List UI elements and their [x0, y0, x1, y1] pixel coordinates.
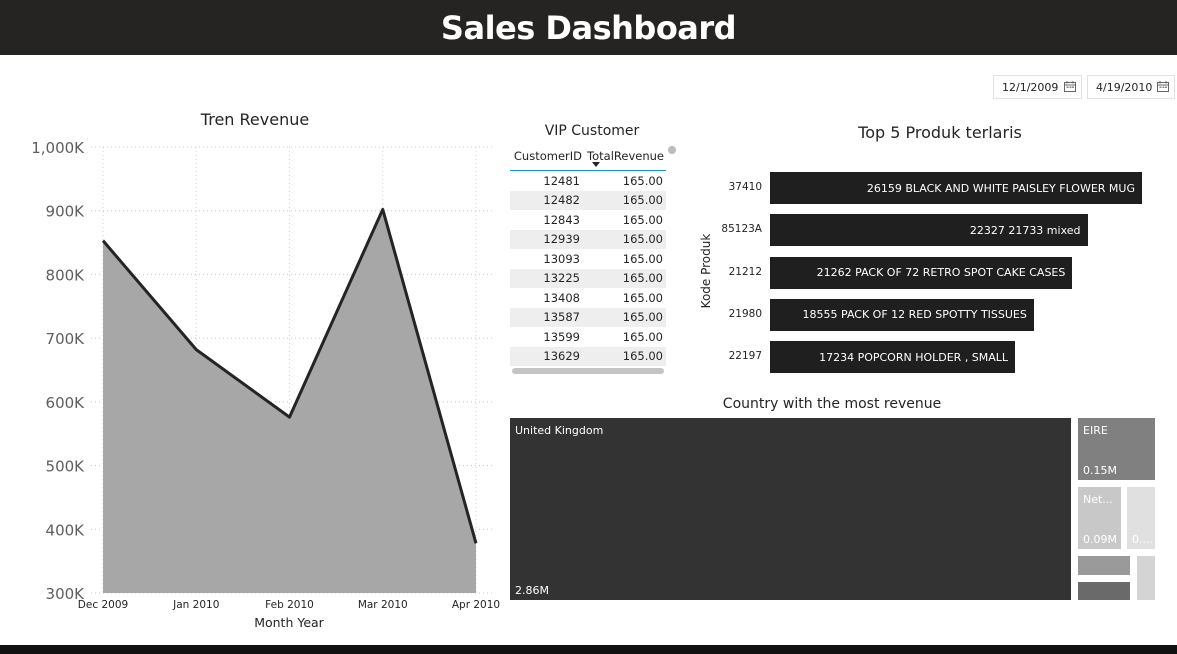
- start-date-input[interactable]: 12/1/2009: [993, 75, 1082, 99]
- treemap-cell-label: United Kingdom: [515, 424, 604, 437]
- treemap-cell-value: 2.86M: [515, 584, 549, 597]
- x-tick-label: Mar 2010: [358, 599, 408, 611]
- data-point[interactable]: [193, 347, 199, 353]
- country-chart-title: Country with the most revenue: [722, 396, 942, 412]
- vip-customer-table: CustomerID TotalRevenue 12481 165.00 12482…: [510, 145, 676, 374]
- table-header: CustomerID TotalRevenue: [510, 145, 676, 171]
- cell-customerid: 12843: [543, 212, 580, 227]
- treemap-cell-value: 0....: [1132, 533, 1153, 546]
- treemap-cell-label: EIRE: [1083, 424, 1108, 437]
- top5-chart-title: Top 5 Produk terlaris: [858, 123, 1022, 142]
- y-tick-label: 21980: [728, 307, 762, 320]
- cell-customerid: 13629: [543, 349, 580, 364]
- y-tick-label: 22197: [728, 350, 762, 363]
- data-point[interactable]: [100, 238, 106, 244]
- table-row[interactable]: 12482 165.00: [510, 190, 666, 210]
- calendar-icon[interactable]: [1157, 81, 1169, 92]
- x-tick-label: Jan 2010: [172, 599, 219, 611]
- y-tick-label: 700K: [46, 330, 86, 348]
- cell-totalrevenue: 165.00: [622, 290, 663, 305]
- data-point[interactable]: [380, 206, 386, 212]
- treemap-cell-value: 0.15M: [1083, 464, 1117, 477]
- more-options-icon[interactable]: [668, 146, 676, 154]
- treemap-cell-value: 0.09M: [1083, 533, 1117, 546]
- cell-customerid: 13599: [543, 329, 580, 344]
- column-header-customerid[interactable]: CustomerID: [510, 145, 586, 170]
- header: Sales Dashboard: [0, 0, 1177, 55]
- treemap-cell[interactable]: [1078, 582, 1130, 600]
- end-date-input[interactable]: 4/19/2010: [1087, 75, 1175, 99]
- x-axis-title: Month Year: [254, 615, 324, 630]
- cell-totalrevenue: 165.00: [622, 232, 663, 247]
- cell-totalrevenue: 165.00: [622, 193, 663, 208]
- calendar-icon[interactable]: [1064, 81, 1076, 92]
- treemap-cell[interactable]: EIRE 0.15M: [1078, 418, 1155, 480]
- cell-customerid: 13408: [543, 290, 580, 305]
- bar[interactable]: 26159 BLACK AND WHITE PAISLEY FLOWER MUG: [770, 172, 1142, 204]
- treemap-cell[interactable]: 0....: [1127, 487, 1155, 549]
- cell-customerid: 13225: [543, 271, 580, 286]
- x-tick-label: Feb 2010: [265, 599, 314, 611]
- table-row[interactable]: 13629 165.00: [510, 346, 666, 366]
- table-row[interactable]: 12843 165.00: [510, 210, 666, 230]
- table-row[interactable]: 13225 165.00: [510, 268, 666, 288]
- bar[interactable]: 18555 PACK OF 12 RED SPOTTY TISSUES: [770, 298, 1034, 331]
- cell-totalrevenue: 165.00: [622, 173, 663, 188]
- y-tick-label: 600K: [46, 394, 86, 412]
- x-tick-label: Apr 2010: [452, 599, 500, 611]
- y-tick-label: 800K: [46, 266, 86, 284]
- y-tick-label: 1,000K: [31, 139, 85, 157]
- cell-customerid: 12481: [543, 173, 580, 188]
- data-point[interactable]: [287, 414, 293, 420]
- table-row[interactable]: 13093 165.00: [510, 249, 666, 269]
- cell-customerid: 13587: [543, 310, 580, 325]
- table-scrollbar[interactable]: [512, 368, 664, 374]
- bar[interactable]: 21262 PACK OF 72 RETRO SPOT CAKE CASES: [770, 256, 1073, 289]
- sort-desc-icon[interactable]: [592, 162, 600, 167]
- table-row[interactable]: 12939 165.00: [510, 229, 666, 249]
- cell-totalrevenue: 165.00: [622, 349, 663, 364]
- cell-customerid: 12939: [543, 232, 580, 247]
- table-row[interactable]: 12481 165.00: [510, 171, 666, 191]
- bar[interactable]: 22327 21733 mixed: [770, 214, 1088, 247]
- bar[interactable]: 17234 POPCORN HOLDER , SMALL: [770, 341, 1016, 374]
- y-tick-label: 900K: [46, 203, 86, 221]
- cell-customerid: 12482: [543, 193, 580, 208]
- y-tick-label: 85123A: [721, 223, 762, 236]
- y-tick-label: 400K: [46, 521, 86, 539]
- table-row[interactable]: 13587 165.00: [510, 307, 666, 327]
- cell-totalrevenue: 165.00: [622, 310, 663, 325]
- vip-table-title: VIP Customer: [544, 123, 640, 139]
- trend-area-chart: 1,000K900K800K700K600K500K400K300KDec 20…: [31, 139, 500, 630]
- page-title: Sales Dashboard: [440, 8, 737, 47]
- cell-totalrevenue: 165.00: [622, 329, 663, 344]
- y-tick-label: 21212: [728, 265, 762, 278]
- y-tick-label: 500K: [46, 458, 86, 476]
- treemap-cell[interactable]: Net... 0.09M: [1078, 487, 1121, 549]
- start-date-value: 12/1/2009: [1002, 80, 1059, 94]
- cell-totalrevenue: 165.00: [622, 271, 663, 286]
- treemap-cell[interactable]: United Kingdom 2.86M: [510, 418, 1071, 600]
- cell-totalrevenue: 165.00: [622, 212, 663, 227]
- treemap-cell-label: Net...: [1083, 493, 1113, 506]
- data-point[interactable]: [473, 540, 479, 546]
- x-tick-label: Dec 2009: [78, 599, 128, 611]
- treemap-cell[interactable]: [1078, 556, 1130, 575]
- table-row[interactable]: 13408 165.00: [510, 288, 666, 308]
- cell-customerid: 13093: [543, 251, 580, 266]
- y-tick-label: 37410: [728, 181, 762, 193]
- area-fill: [103, 209, 476, 593]
- table-row[interactable]: 13599 165.00: [510, 327, 666, 347]
- treemap-cell[interactable]: [1137, 556, 1155, 600]
- bottom-bar: [0, 645, 1177, 654]
- end-date-value: 4/19/2010: [1096, 80, 1153, 94]
- cell-totalrevenue: 165.00: [622, 251, 663, 266]
